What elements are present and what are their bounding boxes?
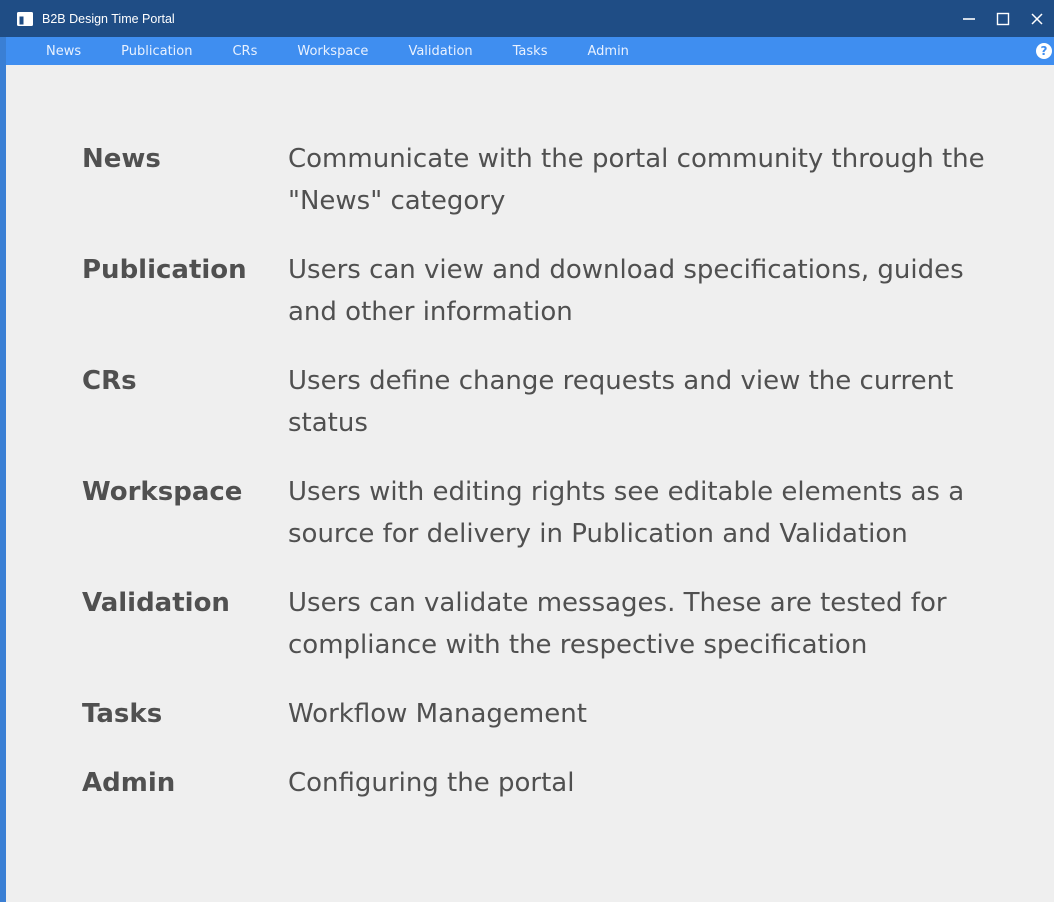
window-app-icon [17,11,33,27]
close-icon [1031,12,1043,25]
feature-row: Workspace Users with editing rights see … [82,471,1012,555]
feature-term: Validation [82,588,230,618]
minimize-button[interactable] [952,0,986,37]
menu-item-admin[interactable]: Admin [587,44,628,59]
maximize-icon [996,12,1010,25]
window-title: B2B Design Time Portal [42,11,175,26]
feature-row: Validation Users can validate messages. … [82,582,1012,666]
help-icon[interactable]: ? [1036,43,1052,59]
maximize-button[interactable] [986,0,1020,37]
menu-item-news[interactable]: News [46,44,81,59]
feature-row: Admin Configuring the portal [82,762,1012,804]
feature-description: Users define change requests and view th… [288,366,954,438]
feature-list: News Communicate with the portal communi… [82,138,1012,831]
feature-term: CRs [82,366,137,396]
feature-description: Communicate with the portal community th… [288,144,985,216]
menu-item-publication[interactable]: Publication [121,44,192,59]
feature-term: Publication [82,255,247,285]
menu-item-validation[interactable]: Validation [408,44,472,59]
feature-term: Admin [82,768,176,798]
window-controls [952,0,1054,37]
feature-term: Tasks [82,699,163,729]
app-window: B2B Design Time Portal News Publication … [0,0,1054,902]
feature-description: Users can validate messages. These are t… [288,588,947,660]
minimize-icon [963,17,975,20]
feature-term: News [82,144,161,174]
feature-row: Tasks Workflow Management [82,693,1012,735]
feature-row: CRs Users define change requests and vie… [82,360,1012,444]
feature-row: Publication Users can view and download … [82,249,1012,333]
feature-description: Configuring the portal [288,768,575,798]
menu-item-workspace[interactable]: Workspace [297,44,368,59]
feature-description: Workflow Management [288,699,587,729]
close-button[interactable] [1020,0,1054,37]
menu-bar: News Publication CRs Workspace Validatio… [0,37,1054,65]
window-left-border [0,37,6,902]
feature-description: Users can view and download specificatio… [288,255,964,327]
feature-description: Users with editing rights see editable e… [288,477,965,549]
menu-item-crs[interactable]: CRs [232,44,257,59]
title-bar[interactable]: B2B Design Time Portal [0,0,1054,37]
feature-term: Workspace [82,477,243,507]
feature-row: News Communicate with the portal communi… [82,138,1012,222]
menu-item-tasks[interactable]: Tasks [513,44,548,59]
